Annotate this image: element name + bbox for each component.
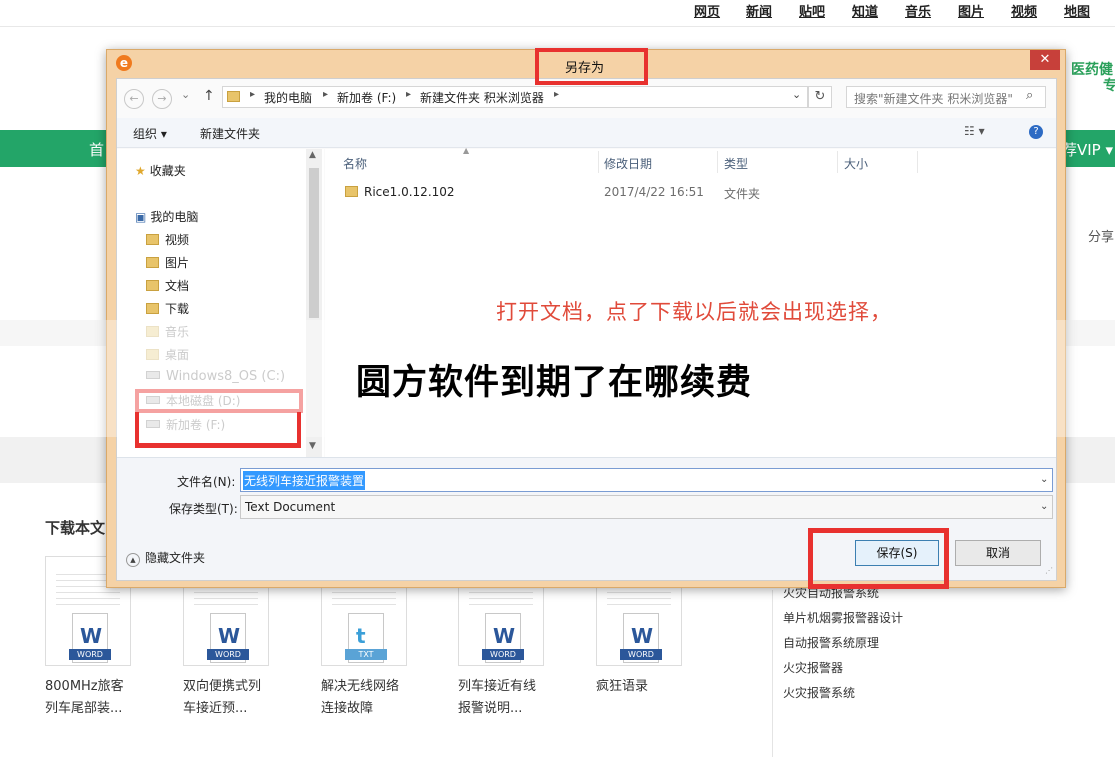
- top-nav: 网页 新闻 贴吧 知道 音乐 图片 视频 地图: [0, 0, 1115, 22]
- close-button[interactable]: ✕: [1030, 50, 1060, 70]
- breadcrumb-folder[interactable]: 新建文件夹 积米浏览器: [420, 89, 544, 106]
- nav-link-images[interactable]: 图片: [958, 1, 984, 20]
- nav-pictures[interactable]: 图片: [146, 254, 189, 271]
- view-options-icon[interactable]: ☷ ▾: [964, 124, 985, 138]
- chevron-right-icon: ▸: [250, 89, 256, 100]
- breadcrumb-drive-f[interactable]: 新加卷 (F:): [337, 89, 396, 106]
- breadcrumb-computer[interactable]: 我的电脑: [264, 89, 312, 106]
- search-placeholder: 搜索"新建文件夹 积米浏览器": [854, 92, 1013, 106]
- folder-icon: [146, 257, 159, 268]
- column-header-modified[interactable]: 修改日期: [604, 155, 652, 172]
- browser-app-icon: e: [116, 55, 132, 71]
- word-icon: W WORD: [207, 613, 249, 663]
- column-header-type[interactable]: 类型: [724, 155, 748, 172]
- related-link[interactable]: 火灾报警器: [783, 659, 843, 676]
- up-folder-icon[interactable]: ↑: [203, 88, 215, 104]
- word-icon: W WORD: [69, 613, 111, 663]
- column-header-size[interactable]: 大小: [844, 155, 868, 172]
- nav-link-video[interactable]: 视频: [1011, 1, 1037, 20]
- column-divider[interactable]: [598, 151, 599, 173]
- scroll-down-icon[interactable]: ▼: [309, 441, 316, 451]
- refresh-icon[interactable]: ↻: [808, 86, 832, 108]
- resize-grip-icon[interactable]: ⋰: [1045, 566, 1053, 575]
- download-folder-icon: [146, 303, 159, 314]
- computer-icon: ▣: [135, 210, 147, 224]
- txt-icon: t TXT: [345, 613, 387, 663]
- column-header-name[interactable]: 名称: [343, 155, 367, 172]
- nav-link-web[interactable]: 网页: [694, 1, 720, 20]
- history-dropdown-icon[interactable]: ⌄: [181, 88, 190, 101]
- cancel-button[interactable]: 取消: [955, 540, 1041, 566]
- star-icon: ★: [135, 164, 146, 178]
- highlight-save: [808, 528, 949, 589]
- doc-caption[interactable]: 列车接近有线 报警说明...: [458, 676, 578, 720]
- side-ad-line-2: 专: [1103, 78, 1115, 94]
- scrollbar-thumb[interactable]: [309, 168, 319, 318]
- back-icon[interactable]: ←: [124, 89, 144, 109]
- filetype-label: 保存类型(T):: [169, 502, 238, 516]
- sort-arrow-icon: ▲: [463, 146, 470, 155]
- side-ad-line-1: 医药健: [1071, 62, 1113, 78]
- share-link[interactable]: 分享: [1088, 226, 1114, 245]
- folder-icon: [345, 185, 358, 199]
- folder-icon: [146, 280, 159, 291]
- nav-documents[interactable]: 文档: [146, 277, 189, 294]
- chevron-right-icon: ▸: [323, 89, 329, 100]
- nav-link-map[interactable]: 地图: [1064, 1, 1090, 20]
- filename-label: 文件名(N):: [177, 475, 236, 489]
- nav-favorites[interactable]: ★ 收藏夹: [135, 162, 186, 179]
- nav-downloads[interactable]: 下载: [146, 300, 189, 317]
- file-modified: 2017/4/22 16:51: [604, 185, 704, 199]
- chevron-down-icon[interactable]: ⌄: [1040, 474, 1048, 485]
- related-link[interactable]: 单片机烟雾报警器设计: [783, 609, 903, 626]
- chevron-down-icon[interactable]: ⌄: [1040, 501, 1048, 512]
- filename-value[interactable]: 无线列车接近报警装置: [243, 471, 366, 490]
- highlight-drives-d: [135, 389, 303, 413]
- file-type: 文件夹: [724, 187, 761, 201]
- chevron-right-icon: ▸: [406, 89, 412, 100]
- nav-link-news[interactable]: 新闻: [746, 1, 772, 20]
- filetype-value: Text Document: [245, 500, 336, 514]
- folder-icon: [146, 234, 159, 245]
- highlight-title: [535, 48, 648, 85]
- chevron-up-icon: ▲: [126, 553, 140, 567]
- help-icon[interactable]: ?: [1029, 125, 1043, 139]
- organize-button[interactable]: 组织 ▾: [133, 125, 167, 142]
- address-dropdown-icon[interactable]: ⌄: [792, 88, 801, 101]
- scroll-up-icon[interactable]: ▲: [309, 150, 316, 160]
- column-divider: [772, 590, 773, 757]
- highlight-drives-f: [135, 412, 301, 448]
- nav-link-tieba[interactable]: 贴吧: [799, 1, 825, 20]
- side-ad[interactable]: 医药健 专: [1071, 62, 1115, 94]
- word-icon: W WORD: [482, 613, 524, 663]
- doc-caption[interactable]: 疯狂语录: [596, 676, 716, 698]
- nav-computer[interactable]: ▣ 我的电脑: [135, 208, 198, 225]
- word-icon: W WORD: [620, 613, 662, 663]
- related-link[interactable]: 自动报警系统原理: [783, 634, 879, 651]
- doc-caption[interactable]: 双向便携式列 车接近预...: [183, 676, 303, 720]
- nav-link-zhidao[interactable]: 知道: [852, 1, 878, 20]
- column-divider[interactable]: [917, 151, 918, 173]
- nav-link-music[interactable]: 音乐: [905, 1, 931, 20]
- download-heading: 下载本文: [45, 519, 106, 537]
- nav-videos[interactable]: 视频: [146, 231, 189, 248]
- annotation-note: 打开文档，点了下载以后就会出现选择，: [496, 300, 892, 324]
- top-divider: [0, 26, 1115, 27]
- search-icon[interactable]: ⌕: [1026, 88, 1033, 103]
- green-bar-home[interactable]: 首: [89, 139, 104, 160]
- new-folder-button[interactable]: 新建文件夹: [200, 125, 260, 142]
- forward-icon[interactable]: →: [152, 89, 172, 109]
- chevron-right-icon: ▸: [554, 89, 560, 100]
- related-link[interactable]: 火灾报警系统: [783, 684, 855, 701]
- overlay-title: 圆方软件到期了在哪续费: [356, 363, 753, 403]
- doc-caption[interactable]: 800MHz旅客 列车尾部装...: [45, 676, 165, 720]
- file-name: Rice1.0.12.102: [364, 185, 455, 199]
- doc-caption[interactable]: 解决无线网络 连接故障: [321, 676, 441, 720]
- column-divider[interactable]: [717, 151, 718, 173]
- green-bar-vip[interactable]: 荐VIP ▾: [1062, 139, 1113, 160]
- filetype-select[interactable]: [240, 495, 1053, 519]
- column-divider[interactable]: [837, 151, 838, 173]
- hide-folders-button[interactable]: ▲ 隐藏文件夹: [126, 549, 205, 567]
- folder-icon: [227, 90, 240, 104]
